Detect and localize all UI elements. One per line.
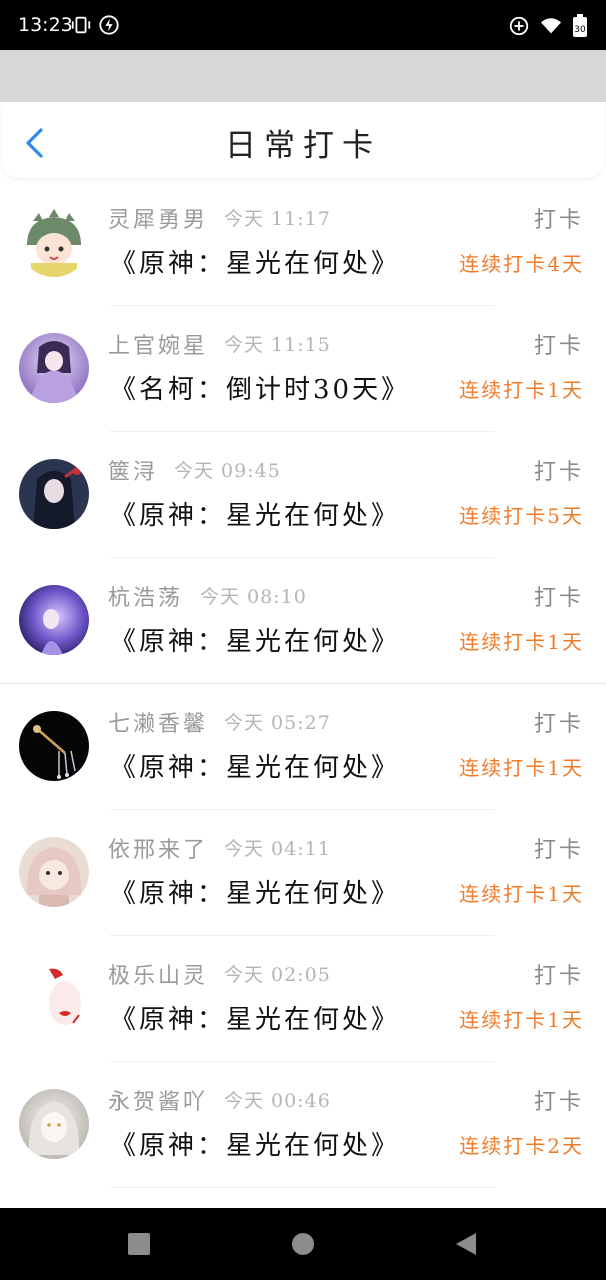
streak-label: 连续打卡1天 [459, 1008, 584, 1032]
list-item[interactable]: 上官婉星 今天 11:15 《名柯：倒计时30天》 打卡 连续打卡1天 [0, 306, 606, 432]
post-time: 今天 09:45 [174, 460, 281, 482]
checkin-button[interactable]: 打卡 [534, 832, 584, 864]
streak-label: 连续打卡4天 [459, 252, 584, 276]
post-time: 今天 05:27 [224, 712, 331, 734]
home-circle-icon[interactable] [291, 1232, 315, 1256]
checkin-button[interactable]: 打卡 [534, 1084, 584, 1116]
user-name: 杭浩荡 [108, 586, 184, 611]
recents-square-icon[interactable] [127, 1232, 151, 1256]
checkin-button[interactable]: 打卡 [534, 958, 584, 990]
checkin-button[interactable]: 打卡 [534, 328, 584, 360]
system-nav-bar [0, 1208, 606, 1280]
checkin-topic: 《原神：星光在何处》 [110, 249, 401, 279]
back-triangle-icon[interactable] [454, 1232, 478, 1256]
avatar[interactable] [19, 585, 89, 655]
list-item[interactable]: 永贺酱吖 今天 00:46 《原神：星光在何处》 打卡 连续打卡2天 [0, 1062, 606, 1188]
user-name: 灵犀勇男 [108, 208, 209, 233]
checkin-button[interactable]: 打卡 [534, 454, 584, 486]
streak-label: 连续打卡1天 [459, 630, 584, 654]
user-name: 上官婉星 [108, 334, 209, 359]
post-time: 今天 08:10 [200, 586, 307, 608]
list-item[interactable]: 箧浔 今天 09:45 《原神：星光在何处》 打卡 连续打卡5天 [0, 432, 606, 558]
avatar[interactable] [19, 963, 89, 1033]
user-name: 箧浔 [108, 460, 159, 485]
checkin-topic: 《原神：星光在何处》 [110, 501, 401, 531]
post-time: 今天 00:46 [224, 1090, 331, 1112]
checkin-topic: 《原神：星光在何处》 [110, 879, 401, 909]
list-item[interactable]: 七濑香馨 今天 05:27 《原神：星光在何处》 打卡 连续打卡1天 [0, 684, 606, 810]
charging-bolt-icon [99, 15, 119, 35]
post-time: 今天 04:11 [224, 838, 331, 860]
avatar[interactable] [19, 837, 89, 907]
header-spacer [0, 50, 606, 102]
list-item[interactable]: 依邢来了 今天 04:11 《原神：星光在何处》 打卡 连续打卡1天 [0, 810, 606, 936]
streak-label: 连续打卡1天 [459, 882, 584, 906]
streak-label: 连续打卡5天 [459, 504, 584, 528]
avatar[interactable] [19, 711, 89, 781]
checkin-button[interactable]: 打卡 [534, 706, 584, 738]
avatar[interactable] [19, 459, 89, 529]
vibrate-icon [71, 16, 91, 34]
battery-icon: 30 [573, 14, 587, 37]
checkin-topic: 《原神：星光在何处》 [110, 627, 401, 657]
checkin-topic: 《原神：星光在何处》 [110, 1005, 401, 1035]
checkin-topic: 《原神：星光在何处》 [110, 1131, 401, 1161]
checkin-button[interactable]: 打卡 [534, 580, 584, 612]
post-time: 今天 02:05 [224, 964, 331, 986]
checkin-topic: 《原神：星光在何处》 [110, 753, 401, 783]
user-name: 极乐山灵 [108, 964, 209, 989]
wifi-icon [540, 18, 562, 34]
streak-label: 连续打卡1天 [459, 378, 584, 402]
status-bar: 13:23 30 [0, 0, 606, 50]
streak-label: 连续打卡2天 [459, 1134, 584, 1158]
user-name: 永贺酱吖 [108, 1090, 209, 1115]
avatar[interactable] [19, 1089, 89, 1159]
checkin-list: 灵犀勇男 今天 11:17 《原神：星光在何处》 打卡 连续打卡4天 上官婉星 … [0, 180, 606, 1188]
user-name: 七濑香馨 [108, 712, 209, 737]
checkin-button[interactable]: 打卡 [534, 202, 584, 234]
avatar[interactable] [19, 207, 89, 277]
list-item[interactable]: 极乐山灵 今天 02:05 《原神：星光在何处》 打卡 连续打卡1天 [0, 936, 606, 1062]
checkin-topic: 《名柯：倒计时30天》 [110, 375, 411, 405]
data-saver-icon [509, 16, 529, 36]
list-item[interactable]: 灵犀勇男 今天 11:17 《原神：星光在何处》 打卡 连续打卡4天 [0, 180, 606, 306]
post-time: 今天 11:17 [224, 208, 331, 230]
user-name: 依邢来了 [108, 838, 209, 863]
list-item[interactable]: 杭浩荡 今天 08:10 《原神：星光在何处》 打卡 连续打卡1天 [0, 558, 606, 684]
page-title: 日常打卡 [225, 128, 381, 164]
streak-label: 连续打卡1天 [459, 756, 584, 780]
svg-text:30: 30 [574, 25, 586, 35]
post-time: 今天 11:15 [224, 334, 331, 356]
divider [110, 1187, 495, 1188]
status-time: 13:23 [18, 14, 73, 36]
header: 日常打卡 [2, 102, 604, 178]
avatar[interactable] [19, 333, 89, 403]
